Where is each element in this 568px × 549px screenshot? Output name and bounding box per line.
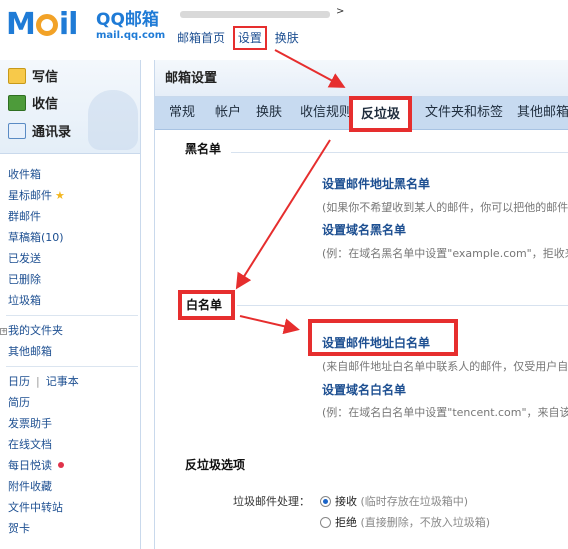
section-rule xyxy=(237,305,568,306)
nav-skin[interactable]: 换肤 xyxy=(275,31,299,45)
tool-greeting-cards[interactable]: 贺卡 xyxy=(8,518,138,539)
sidebar: 写信 收信 通讯录 收件箱 星标邮件 ★ 群邮件 草稿箱(10) 已发送 已删除 … xyxy=(0,60,141,549)
tool-attachments[interactable]: 附件收藏 xyxy=(8,476,138,497)
spam-accept-radio[interactable] xyxy=(320,496,331,507)
unread-dot-icon xyxy=(58,462,64,468)
folder-my-folders[interactable]: +我的文件夹 xyxy=(0,320,138,341)
folder-deleted[interactable]: 已删除 xyxy=(8,269,138,290)
spam-options-title: 反垃圾选项 xyxy=(185,458,246,472)
calendar-link[interactable]: 日历 xyxy=(8,375,30,388)
folder-list: 收件箱 星标邮件 ★ 群邮件 草稿箱(10) 已发送 已删除 垃圾箱 +我的文件夹… xyxy=(0,164,138,539)
expand-icon[interactable]: + xyxy=(0,328,7,335)
whitelist-title: 白名单 xyxy=(186,298,223,312)
folder-spam[interactable]: 垃圾箱 xyxy=(8,290,138,311)
qq-mail-logo[interactable]: Mil QQ邮箱 mail.qq.com xyxy=(6,8,166,44)
header: Mil QQ邮箱 mail.qq.com > 邮箱首页 设置 换肤 xyxy=(0,0,568,50)
penguin-watermark-icon xyxy=(88,90,138,150)
nav-settings[interactable]: 设置 xyxy=(232,26,267,50)
title-bar: 邮箱设置 xyxy=(155,60,568,97)
top-nav: 邮箱首页 设置 换肤 xyxy=(177,26,303,50)
logo-wordmark: Mil xyxy=(6,7,78,42)
whitelist-domain-link[interactable]: 设置域名白名单 xyxy=(322,382,406,398)
spam-reject-option[interactable]: 拒绝 (直接删除，不放入垃圾箱) xyxy=(335,516,490,530)
calendar-notes: 日历 | 记事本 xyxy=(8,375,79,388)
tab-other-mailboxes[interactable]: 其他邮箱 xyxy=(517,104,568,122)
receive-button[interactable]: 收信 xyxy=(8,93,58,117)
tab-accounts[interactable]: 帐户 xyxy=(215,104,241,122)
receive-icon xyxy=(8,95,26,111)
nav-mail-home[interactable]: 邮箱首页 xyxy=(177,31,225,45)
folder-sent[interactable]: 已发送 xyxy=(8,248,138,269)
folder-other-mail[interactable]: 其他邮箱 xyxy=(8,341,138,362)
blacklist-address-link[interactable]: 设置邮件地址黑名单 xyxy=(322,176,430,192)
tab-folders-labels[interactable]: 文件夹和标签 xyxy=(425,104,503,122)
compose-button[interactable]: 写信 xyxy=(8,66,58,90)
main-panel: 邮箱设置 常规 帐户 换肤 收信规则 反垃圾 文件夹和标签 其他邮箱 黑名单 设… xyxy=(154,60,568,549)
notes-link[interactable]: 记事本 xyxy=(46,375,79,388)
tab-general[interactable]: 常规 xyxy=(169,104,195,122)
tab-inbox-rules[interactable]: 收信规则 xyxy=(300,104,352,122)
page-title: 邮箱设置 xyxy=(165,71,218,86)
account-name[interactable]: > xyxy=(180,6,344,19)
spam-accept-option[interactable]: 接收 (临时存放在垃圾箱中) xyxy=(335,495,468,509)
sidebar-divider xyxy=(6,366,138,367)
tool-resume[interactable]: 简历 xyxy=(8,392,138,413)
tool-file-transfer[interactable]: 文件中转站 xyxy=(8,497,138,518)
contacts-button[interactable]: 通讯录 xyxy=(8,121,71,145)
logo-domain: mail.qq.com xyxy=(96,30,166,41)
whitelist-domain-desc: (例：在域名白名单中设置"tencent.com"，来自该域 xyxy=(322,406,568,419)
contacts-icon xyxy=(8,123,26,139)
tab-skin[interactable]: 换肤 xyxy=(256,104,282,122)
account-arrow-icon: > xyxy=(336,6,345,17)
blacklist-address-desc: (如果你不希望收到某人的邮件，你可以把他的邮件地 xyxy=(322,201,568,214)
folder-inbox[interactable]: 收件箱 xyxy=(8,164,138,185)
star-icon: ★ xyxy=(55,189,65,202)
sidebar-divider xyxy=(6,315,138,316)
tab-anti-spam[interactable]: 反垃圾 xyxy=(349,96,413,132)
whitelist-address-link[interactable]: 设置邮件地址白名单 xyxy=(322,335,430,351)
section-rule xyxy=(231,152,568,153)
whitelist-address-desc: (来自邮件地址白名单中联系人的邮件，仅受用户自定 xyxy=(322,360,568,373)
folder-group[interactable]: 群邮件 xyxy=(8,206,138,227)
account-name-obscured xyxy=(180,11,330,18)
blacklist-domain-desc: (例：在域名黑名单中设置"example.com"，拒收来 xyxy=(322,247,568,260)
tool-invoice[interactable]: 发票助手 xyxy=(8,413,138,434)
compose-icon xyxy=(8,68,26,84)
tool-daily-reading[interactable]: 每日悦读 xyxy=(8,455,138,476)
folder-starred[interactable]: 星标邮件 ★ xyxy=(8,185,138,206)
folder-drafts[interactable]: 草稿箱(10) xyxy=(8,227,138,248)
settings-tabs: 常规 帐户 换肤 收信规则 反垃圾 文件夹和标签 其他邮箱 xyxy=(155,96,568,132)
logo-o-icon xyxy=(35,14,58,36)
tool-online-docs[interactable]: 在线文档 xyxy=(8,434,138,455)
sidebar-actions: 写信 收信 通讯录 xyxy=(0,60,140,154)
logo-brand: QQ邮箱 xyxy=(96,10,159,30)
blacklist-title: 黑名单 xyxy=(185,142,222,156)
spam-handling-label: 垃圾邮件处理： xyxy=(233,495,310,508)
blacklist-domain-link[interactable]: 设置域名黑名单 xyxy=(322,222,406,238)
spam-reject-radio[interactable] xyxy=(320,517,331,528)
